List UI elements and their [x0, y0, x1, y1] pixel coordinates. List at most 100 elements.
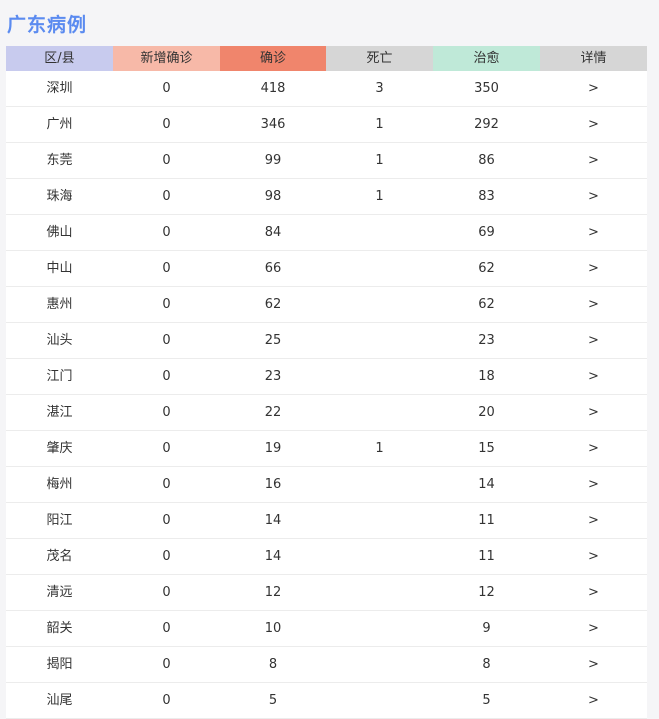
detail-button[interactable]: >	[540, 71, 647, 106]
region-cell: 清远	[46, 585, 73, 600]
cured-cell: 11	[478, 549, 495, 564]
region-cell: 江门	[46, 369, 73, 384]
deaths-cell	[326, 215, 433, 250]
new-confirmed-cell: 0	[162, 81, 171, 96]
detail-button[interactable]: >	[540, 611, 647, 646]
cured-cell: 11	[478, 513, 495, 528]
new-confirmed-cell: 0	[162, 369, 171, 384]
detail-button[interactable]: >	[540, 503, 647, 538]
deaths-cell	[326, 539, 433, 574]
confirmed-cell: 99	[264, 153, 282, 168]
detail-button[interactable]: >	[540, 287, 647, 322]
region-cell: 惠州	[46, 297, 73, 312]
new-confirmed-cell: 0	[162, 153, 171, 168]
new-confirmed-cell: 0	[162, 225, 171, 240]
deaths-cell	[326, 683, 433, 718]
region-cell: 佛山	[46, 225, 73, 240]
confirmed-cell: 19	[264, 441, 282, 456]
table-row: 江门 0 23 18 >	[6, 359, 647, 395]
new-confirmed-cell: 0	[162, 657, 171, 672]
table-row: 广州 0 346 1 292 >	[6, 107, 647, 143]
confirmed-cell: 418	[260, 81, 286, 96]
table-row: 中山 0 66 62 >	[6, 251, 647, 287]
confirmed-cell: 66	[264, 261, 282, 276]
new-confirmed-cell: 0	[162, 261, 171, 276]
new-confirmed-cell: 0	[162, 585, 171, 600]
cured-cell: 8	[482, 657, 491, 672]
confirmed-cell: 346	[260, 117, 286, 132]
column-header-deaths: 死亡	[326, 46, 433, 71]
deaths-cell	[326, 575, 433, 610]
deaths-cell: 3	[375, 81, 384, 96]
new-confirmed-cell: 0	[162, 549, 171, 564]
cured-cell: 292	[474, 117, 499, 132]
cured-cell: 86	[478, 153, 495, 168]
confirmed-cell: 10	[264, 621, 282, 636]
cured-cell: 15	[478, 441, 495, 456]
new-confirmed-cell: 0	[162, 405, 171, 420]
table-row: 佛山 0 84 69 >	[6, 215, 647, 251]
column-header-details: 详情	[540, 46, 647, 71]
table-row: 阳江 0 14 11 >	[6, 503, 647, 539]
column-header-new-confirmed: 新增确诊	[113, 46, 220, 71]
confirmed-cell: 8	[268, 657, 278, 672]
column-header-region: 区/县	[6, 46, 113, 71]
region-cell: 汕头	[46, 333, 73, 348]
detail-button[interactable]: >	[540, 647, 647, 682]
region-cell: 汕尾	[46, 693, 73, 708]
cured-cell: 23	[478, 333, 495, 348]
deaths-cell: 1	[375, 189, 384, 204]
deaths-cell	[326, 251, 433, 286]
detail-button[interactable]: >	[540, 323, 647, 358]
detail-button[interactable]: >	[540, 251, 647, 286]
detail-button[interactable]: >	[540, 179, 647, 214]
region-cell: 阳江	[46, 513, 73, 528]
cured-cell: 69	[478, 225, 495, 240]
region-cell: 深圳	[46, 81, 73, 96]
column-header-cured: 治愈	[433, 46, 540, 71]
confirmed-cell: 16	[264, 477, 282, 492]
column-header-confirmed: 确诊	[220, 46, 326, 71]
table-row: 清远 0 12 12 >	[6, 575, 647, 611]
table-body: 深圳 0 418 3 350 > 广州 0 346 1 292 > 东莞 0 99 1 86 > 珠海 0 98 1 83 >…	[6, 71, 647, 719]
detail-button[interactable]: >	[540, 107, 647, 142]
cured-cell: 62	[478, 261, 495, 276]
cured-cell: 5	[482, 693, 491, 708]
deaths-cell	[326, 611, 433, 646]
table-row: 惠州 0 62 62 >	[6, 287, 647, 323]
detail-button[interactable]: >	[540, 683, 647, 718]
region-cell: 湛江	[46, 405, 73, 420]
confirmed-cell: 5	[268, 693, 278, 708]
detail-button[interactable]: >	[540, 539, 647, 574]
table-row: 湛江 0 22 20 >	[6, 395, 647, 431]
table-row: 汕头 0 25 23 >	[6, 323, 647, 359]
new-confirmed-cell: 0	[162, 297, 171, 312]
region-cell: 肇庆	[46, 441, 73, 456]
detail-button[interactable]: >	[540, 359, 647, 394]
detail-button[interactable]: >	[540, 575, 647, 610]
table-row: 东莞 0 99 1 86 >	[6, 143, 647, 179]
detail-button[interactable]: >	[540, 431, 647, 466]
deaths-cell: 1	[375, 441, 384, 456]
new-confirmed-cell: 0	[162, 513, 171, 528]
table-row: 梅州 0 16 14 >	[6, 467, 647, 503]
new-confirmed-cell: 0	[162, 621, 171, 636]
table-row: 韶关 0 10 9 >	[6, 611, 647, 647]
region-cell: 梅州	[46, 477, 73, 492]
cured-cell: 20	[478, 405, 495, 420]
table-row: 珠海 0 98 1 83 >	[6, 179, 647, 215]
detail-button[interactable]: >	[540, 395, 647, 430]
deaths-cell: 1	[375, 153, 384, 168]
cured-cell: 12	[478, 585, 495, 600]
confirmed-cell: 12	[264, 585, 282, 600]
deaths-cell	[326, 287, 433, 322]
region-cell: 茂名	[46, 549, 73, 564]
table-header: 区/县 新增确诊 确诊 死亡 治愈 详情	[6, 46, 647, 71]
confirmed-cell: 98	[264, 189, 282, 204]
region-cell: 广州	[46, 117, 73, 132]
detail-button[interactable]: >	[540, 467, 647, 502]
detail-button[interactable]: >	[540, 215, 647, 250]
new-confirmed-cell: 0	[162, 693, 171, 708]
new-confirmed-cell: 0	[162, 477, 171, 492]
detail-button[interactable]: >	[540, 143, 647, 178]
